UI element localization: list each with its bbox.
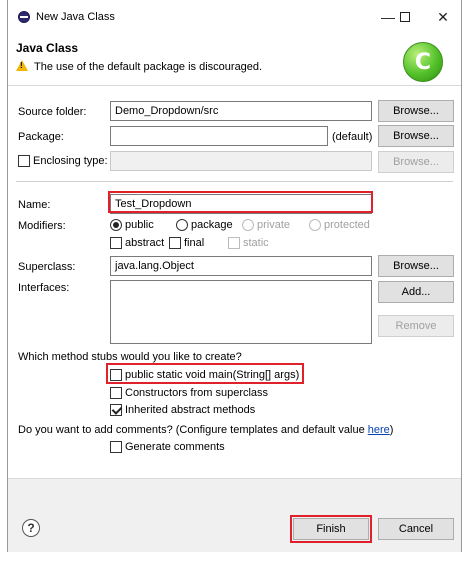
inherited-methods-checkbox[interactable] [110,404,122,416]
abstract-label: abstract [125,237,165,249]
maximize-icon[interactable] [390,5,420,29]
source-folder-browse-button[interactable]: Browse... [378,100,454,122]
constructors-checkbox[interactable] [110,387,122,399]
source-folder-label: Source folder: [18,106,87,118]
package-input[interactable] [110,126,328,146]
constructors-label: Constructors from superclass [125,387,269,399]
title-bar: New Java Class — ✕ [8,0,461,34]
default-package-label: (default) [332,131,373,143]
enclosing-type-checkbox[interactable] [18,155,30,167]
interfaces-list[interactable] [110,280,372,344]
superclass-label: Superclass: [18,261,76,273]
header-message: The use of the default package is discou… [34,61,263,73]
package-label: Package: [18,131,64,143]
java-class-logo-icon: C [403,42,443,82]
new-java-class-dialog: New Java Class — ✕ Java Class The use of… [7,0,462,552]
superclass-browse-button[interactable]: Browse... [378,255,454,277]
warning-icon [16,60,28,71]
source-folder-input[interactable]: Demo_Dropdown/src [110,101,372,121]
generate-comments-label: Generate comments [125,441,225,453]
comments-question-text: Do you want to add comments? (Configure … [18,424,368,436]
main-method-highlight [106,363,304,384]
enclosing-type-browse-button: Browse... [378,151,454,173]
public-label: public [125,219,154,231]
comments-question-close: ) [389,424,394,436]
private-label: private [257,219,291,231]
package-browse-button[interactable]: Browse... [378,125,454,147]
stubs-question: Which method stubs would you like to cre… [18,351,242,363]
package-modifier-label: package [191,219,233,231]
protected-radio [309,219,321,231]
name-label: Name: [18,199,51,211]
package-radio[interactable] [176,219,188,231]
dialog-footer: ? Finish Cancel [8,478,461,552]
window-title: New Java Class [36,11,115,23]
public-radio[interactable] [110,219,122,231]
abstract-checkbox[interactable] [110,237,122,249]
superclass-input[interactable]: java.lang.Object [110,256,372,276]
comments-question: Do you want to add comments? (Configure … [18,424,393,436]
final-checkbox[interactable] [169,237,181,249]
inherited-methods-label: Inherited abstract methods [125,404,256,416]
private-radio [242,219,254,231]
final-label: final [184,237,205,249]
header-title: Java Class [16,41,79,55]
separator [16,181,453,182]
enclosing-type-label: Enclosing type: [33,155,108,167]
interfaces-remove-button: Remove [378,315,454,337]
protected-label: protected [324,219,370,231]
static-label: static [243,237,269,249]
dialog-header: Java Class The use of the default packag… [8,34,461,86]
help-icon[interactable]: ? [22,519,40,537]
interfaces-add-button[interactable]: Add... [378,281,454,303]
cancel-button[interactable]: Cancel [378,518,454,540]
interfaces-label: Interfaces: [18,282,70,294]
modifiers-label: Modifiers: [18,220,66,232]
generate-comments-checkbox[interactable] [110,441,122,453]
eclipse-icon [18,11,30,23]
name-highlight [108,191,373,213]
finish-highlight [290,515,372,543]
enclosing-type-input [110,151,372,171]
close-icon[interactable]: ✕ [428,5,458,29]
static-checkbox [228,237,240,249]
templates-link[interactable]: here [368,424,390,436]
